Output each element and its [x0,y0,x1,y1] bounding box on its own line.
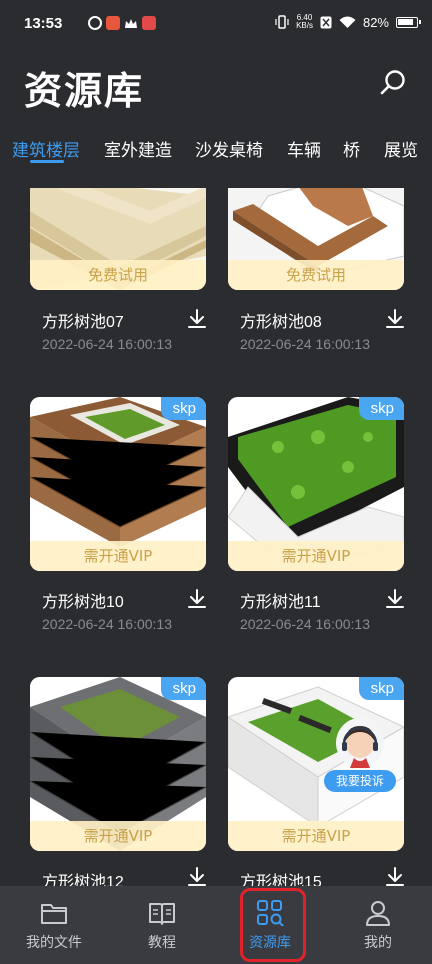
access-ribbon: 免费试用 [228,260,404,290]
active-tab-indicator [30,160,64,163]
search-icon [380,70,405,95]
resource-title: 方形树池08 [240,314,322,331]
vibrate-icon [275,15,289,29]
resource-card[interactable]: skp 需开通VIP [30,397,206,571]
annotation-highlight-box [240,888,306,962]
download-icon[interactable] [186,588,208,610]
complaint-button[interactable]: 我要投诉 [322,718,398,796]
resource-card[interactable]: 免费试用 [30,188,206,290]
format-badge: skp [160,397,206,420]
search-button[interactable] [378,68,408,98]
resource-date: 2022-06-24 16:00:13 [240,336,370,352]
crown-icon [124,16,138,30]
resource-date: 2022-06-24 16:00:13 [42,336,172,352]
nav-my-files[interactable]: 我的文件 [0,886,108,964]
app-notification-icon [88,16,102,30]
resource-title: 方形树池07 [42,314,124,331]
resource-title: 方形树池11 [240,594,321,611]
app-notification-icon [142,16,156,30]
bottom-navigation: 我的文件 教程 资源库 我的 [0,886,432,964]
tab-item[interactable]: 室外建造 [104,136,172,161]
access-ribbon: 需开通VIP [30,821,206,851]
nav-profile[interactable]: 我的 [324,886,432,964]
battery-fill [398,18,413,25]
tab-item[interactable]: 车辆 [287,136,321,161]
nav-label: 我的 [364,935,392,951]
download-icon[interactable] [186,866,208,886]
format-badge: skp [160,677,206,700]
battery-icon [396,16,421,28]
tab-item[interactable]: 展览 [384,136,418,161]
status-indicators: 6.40 KB/s 82% [275,13,421,30]
app-notification-icon [106,16,120,30]
battery-percent: 82% [362,14,389,30]
resource-title: 方形树池12 [42,874,124,886]
download-icon[interactable] [384,866,406,886]
access-ribbon: 需开通VIP [30,541,206,571]
book-icon [149,903,175,925]
access-ribbon: 免费试用 [30,260,206,290]
resource-date: 2022-06-24 16:00:13 [42,616,172,632]
tab-item[interactable]: 桥 [343,136,360,161]
resource-card[interactable]: skp 需开通VIP [30,677,206,851]
format-badge: skp [358,677,404,700]
resource-thumbnail[interactable]: skp 需开通VIP [228,397,404,571]
nfc-icon [320,16,332,28]
resource-title: 方形树池10 [42,594,124,611]
resource-card[interactable]: skp 需开通VIP [228,397,404,571]
person-icon [366,901,390,926]
resource-thumbnail[interactable]: 免费试用 [228,188,404,290]
resource-thumbnail[interactable]: skp 需开通VIP [30,677,206,851]
category-tabs: 建筑楼层 室外建造 沙发桌椅 车辆 桥 展览 [0,132,432,174]
status-bar: 13:53 6.40 KB/s 82% [0,0,432,52]
resource-title: 方形树池15 [240,874,322,886]
download-icon[interactable] [186,308,208,330]
resource-thumbnail[interactable]: skp 需开通VIP [30,397,206,571]
wifi-icon [339,16,356,28]
page-title: 资源库 [24,69,145,113]
nav-tutorials[interactable]: 教程 [108,886,216,964]
download-icon[interactable] [384,588,406,610]
nav-label: 我的文件 [26,935,82,951]
tab-item[interactable]: 沙发桌椅 [195,136,263,161]
nav-label: 教程 [148,935,176,951]
format-badge: skp [358,397,404,420]
access-ribbon: 需开通VIP [228,821,404,851]
net-speed: 6.40 KB/s [296,13,313,30]
access-ribbon: 需开通VIP [228,541,404,571]
resource-date: 2022-06-24 16:00:13 [240,616,370,632]
resource-thumbnail[interactable]: 免费试用 [30,188,206,290]
notification-icons [88,16,156,30]
complaint-label: 我要投诉 [324,770,396,792]
status-time: 13:53 [24,15,63,32]
download-icon[interactable] [384,308,406,330]
folder-icon [41,904,67,924]
support-agent-icon [336,718,384,768]
resource-card[interactable]: 免费试用 [228,188,404,290]
tab-item[interactable]: 建筑楼层 [12,136,80,161]
